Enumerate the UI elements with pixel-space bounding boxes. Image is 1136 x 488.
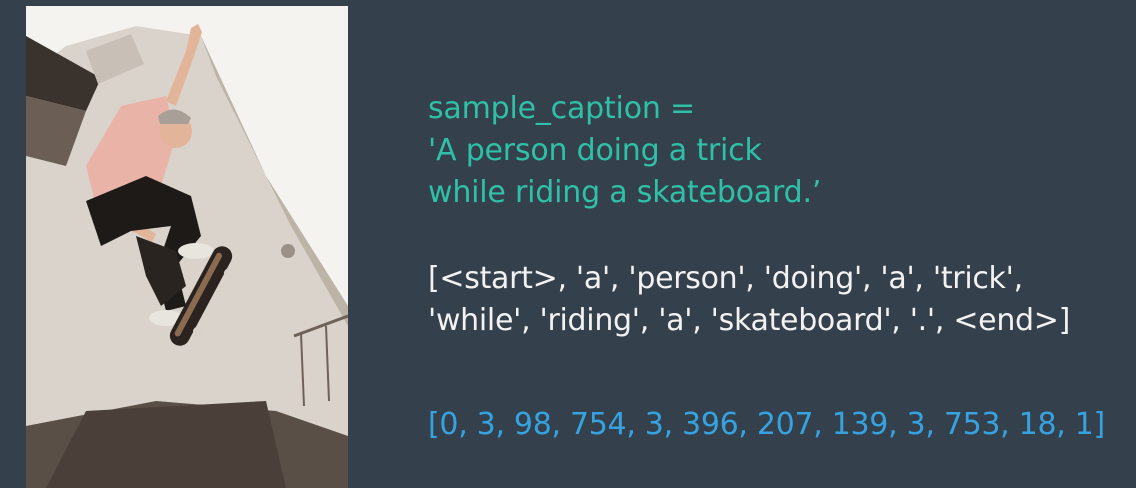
- caption-tokenization-panel: sample_caption = 'A person doing a trick…: [428, 0, 1128, 488]
- token-list-line-1: [<start>, 'a', 'person', 'doing', 'a', '…: [428, 261, 1023, 296]
- caption-assignment: sample_caption =: [428, 91, 695, 126]
- skateboarder-photo: [26, 6, 348, 488]
- token-index-list: [0, 3, 98, 754, 3, 396, 207, 139, 3, 753…: [428, 407, 1105, 442]
- caption-text-line-1: 'A person doing a trick: [428, 133, 762, 168]
- token-list-line-2: 'while', 'riding', 'a', 'skateboard', '.…: [428, 303, 1071, 338]
- caption-text-line-2: while riding a skateboard.’: [428, 175, 822, 210]
